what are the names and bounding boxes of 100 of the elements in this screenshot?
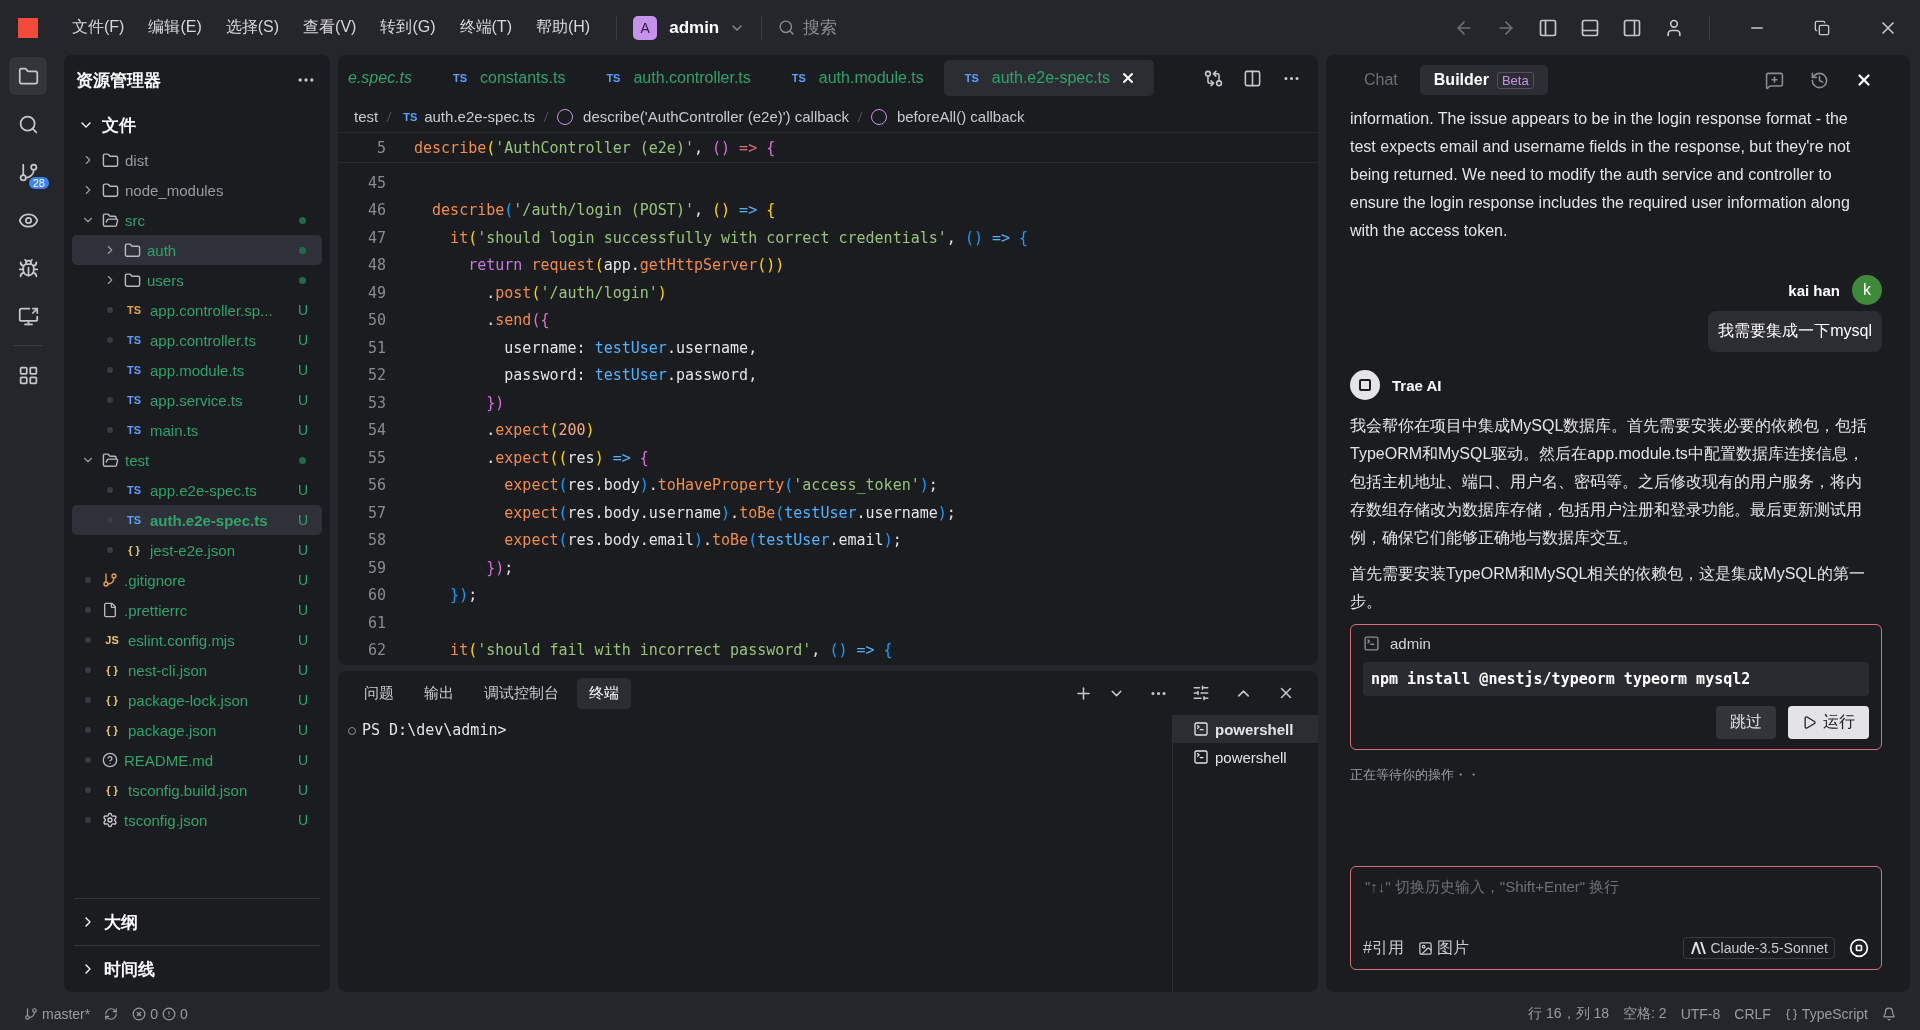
panel-tab[interactable]: 问题	[352, 677, 406, 709]
tree-item[interactable]: JS eslint.config.mjs U	[72, 625, 322, 655]
menu-item[interactable]: 编辑(E)	[138, 13, 212, 42]
editor-tab[interactable]: e.spec.ts	[346, 60, 431, 96]
tree-item[interactable]: { } jest-e2e.json U	[72, 535, 322, 565]
tree-item[interactable]: auth	[72, 235, 322, 265]
tree-item[interactable]: users	[72, 265, 322, 295]
search-field[interactable]: 搜索	[778, 16, 838, 39]
menu-item[interactable]: 终端(T)	[449, 13, 522, 42]
tree-item[interactable]: .prettierrc U	[72, 595, 322, 625]
branch-status[interactable]: master*	[24, 1006, 91, 1022]
tree-item[interactable]: TS app.controller.ts U	[72, 325, 322, 355]
gear-icon	[102, 812, 118, 828]
restore-icon[interactable]	[1814, 19, 1830, 36]
line-number: 61	[366, 613, 386, 632]
breadcrumb-item[interactable]: describe('AuthController (e2e)') callback	[557, 108, 849, 125]
grid-icon[interactable]	[17, 364, 39, 386]
tree-item[interactable]: TS app.module.ts U	[72, 355, 322, 385]
project-avatar: A	[633, 15, 658, 40]
search-icon[interactable]	[778, 19, 796, 36]
editor-tab[interactable]: TS auth.module.ts	[770, 60, 942, 96]
tree-item[interactable]: dist	[72, 145, 322, 175]
monitor-icon[interactable]	[17, 305, 39, 327]
bug-icon[interactable]	[17, 257, 39, 279]
status-item[interactable]: TypeScript	[1784, 1006, 1868, 1022]
project-name[interactable]: admin	[669, 17, 720, 38]
tree-item[interactable]: src	[72, 205, 322, 235]
chat-tab[interactable]: Builder Beta	[1419, 65, 1548, 95]
files-activity-button[interactable]	[9, 57, 47, 95]
menu-item[interactable]: 查看(V)	[293, 13, 367, 42]
status-item[interactable]: UTF-8	[1680, 1006, 1721, 1022]
section-header[interactable]: 时间线	[74, 945, 320, 992]
file-name: app.controller.sp...	[150, 301, 273, 319]
model-selector[interactable]: Claude-3.5-Sonnet	[1683, 937, 1835, 959]
close-icon[interactable]	[1855, 71, 1873, 89]
new-chat-icon[interactable]	[1765, 70, 1784, 90]
skip-button[interactable]: 跳过	[1716, 706, 1776, 739]
menu-item[interactable]: 转到(G)	[370, 13, 446, 42]
code-line: describe('/auth/login (POST)', () => {	[431, 201, 776, 220]
terminal-item[interactable]: powershell	[1173, 715, 1318, 743]
tree-item[interactable]: TS app.service.ts U	[72, 385, 322, 415]
git-activity-button[interactable]: 28	[9, 153, 47, 191]
tree-item[interactable]: README.md U	[72, 745, 322, 775]
tree-item[interactable]: test	[72, 445, 322, 475]
menu-item[interactable]: 选择(S)	[215, 13, 290, 42]
tab-label: auth.module.ts	[818, 69, 924, 87]
editor-tab[interactable]: TS constants.ts	[432, 60, 584, 96]
stop-icon[interactable]	[1849, 938, 1869, 958]
breadcrumb-item[interactable]: beforeAll() callback	[870, 108, 1025, 125]
status-letter: U	[297, 782, 308, 798]
section-label: 时间线	[104, 958, 155, 981]
tree-item[interactable]: TS app.controller.sp... U	[72, 295, 322, 325]
status-item[interactable]: 空格: 2	[1623, 1005, 1667, 1023]
split-icon[interactable]	[1243, 68, 1262, 88]
user-icon[interactable]	[1664, 17, 1684, 38]
tree-item[interactable]: { } tsconfig.build.json U	[72, 775, 322, 805]
terminal-item[interactable]: powershell	[1173, 743, 1318, 771]
tree-item[interactable]: TS main.ts U	[72, 415, 322, 445]
status-letter: U	[297, 602, 308, 618]
panel-left-icon[interactable]	[1538, 17, 1558, 38]
image-button[interactable]: 图片	[1417, 937, 1469, 959]
panel-tab[interactable]: 输出	[412, 677, 466, 709]
breadcrumb-item[interactable]: TS auth.e2e-spec.ts	[400, 108, 536, 125]
panel-right-icon[interactable]	[1622, 17, 1642, 38]
bell-icon[interactable]	[1882, 1007, 1896, 1021]
line-number: 52	[366, 366, 386, 385]
editor-tab[interactable]: TS auth.controller.ts	[585, 60, 769, 96]
panel-tab[interactable]: 调试控制台	[472, 677, 571, 709]
code-line: expect(res.body.email).toBe(testUser.email);	[503, 531, 902, 550]
sync-icon[interactable]	[104, 1007, 119, 1021]
terminal-prompt: PS D:\dev\admin>	[362, 721, 507, 739]
compare-icon[interactable]	[1204, 68, 1223, 88]
tree-item[interactable]: { } nest-cli.json U	[72, 655, 322, 685]
folder-icon[interactable]	[17, 65, 39, 87]
section-header[interactable]: 文件	[64, 105, 330, 145]
panel-bottom-icon[interactable]	[1580, 17, 1600, 38]
menu-item[interactable]: 文件(F)	[62, 13, 135, 42]
breadcrumb-item[interactable]: test	[354, 108, 379, 125]
panel-tab[interactable]: 终端	[577, 677, 631, 709]
run-button[interactable]: 运行	[1788, 706, 1869, 739]
tree-item[interactable]: node_modules	[72, 175, 322, 205]
reference-button[interactable]: #引用	[1363, 937, 1404, 959]
editor-tab[interactable]: TS auth.e2e-spec.ts	[943, 60, 1155, 96]
sliders-icon[interactable]	[1192, 684, 1210, 702]
tree-item[interactable]: { } package.json U	[72, 715, 322, 745]
search-icon[interactable]	[17, 113, 39, 135]
section-header[interactable]: 大纲	[74, 898, 320, 945]
menu-item[interactable]: 帮助(H)	[525, 13, 601, 42]
history-icon[interactable]	[1810, 70, 1829, 90]
tree-item[interactable]: TS auth.e2e-spec.ts U	[72, 505, 322, 535]
problems-status[interactable]: 0 0	[132, 1006, 188, 1022]
chat-input[interactable]: "↑↓" 切换历史输入，"Shift+Enter" 换行 #引用 图片 Claude-3.5-Sonnet	[1350, 866, 1882, 970]
tree-item[interactable]: .gitignore U	[72, 565, 322, 595]
tree-item[interactable]: TS app.e2e-spec.ts U	[72, 475, 322, 505]
status-item[interactable]: CRLF	[1734, 1006, 1771, 1022]
tree-item[interactable]: { } package-lock.json U	[72, 685, 322, 715]
tab-label: auth.controller.ts	[633, 69, 751, 87]
status-item[interactable]: 行 16，列 18	[1528, 1005, 1610, 1023]
tree-item[interactable]: tsconfig.json U	[72, 805, 322, 835]
line-number: 50	[366, 311, 386, 330]
